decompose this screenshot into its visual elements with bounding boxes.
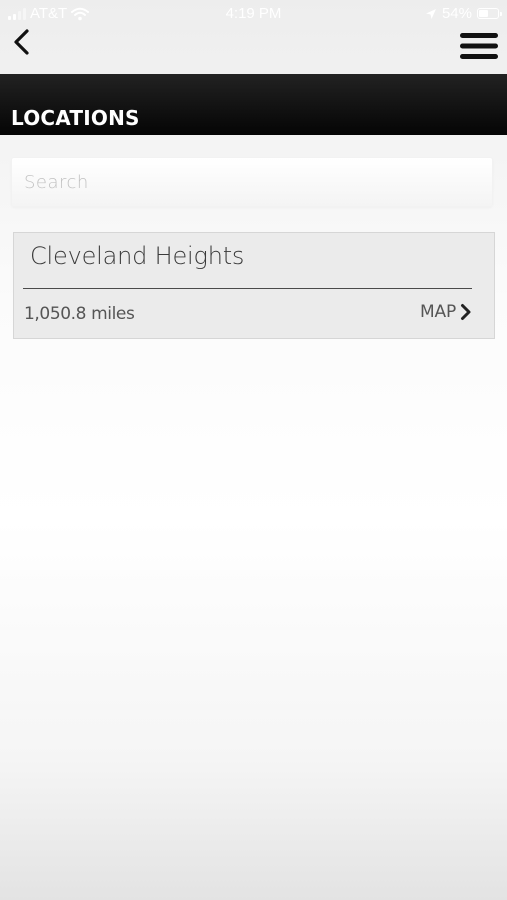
map-label: MAP: [420, 302, 456, 322]
battery-level: [479, 10, 488, 17]
location-name: Cleveland Heights: [30, 242, 245, 270]
location-arrow-icon: [425, 8, 436, 19]
back-button[interactable]: [8, 26, 38, 60]
status-right: 54%: [425, 5, 502, 22]
chevron-right-icon: [461, 304, 471, 320]
location-distance: 1,050.8 miles: [24, 304, 135, 324]
battery-percent: 54%: [441, 5, 472, 22]
status-bar: AT&T 4:19 PM 54%: [0, 0, 507, 28]
page-title: LOCATIONS: [11, 106, 140, 130]
hamburger-menu-icon: [460, 33, 498, 59]
location-card[interactable]: Cleveland Heights 1,050.8 miles MAP: [13, 232, 495, 339]
menu-button[interactable]: [458, 30, 500, 62]
location-divider: [23, 288, 472, 289]
chevron-left-icon: [14, 29, 29, 55]
search-box[interactable]: [11, 157, 493, 207]
map-link[interactable]: MAP: [420, 302, 472, 322]
battery-icon: [477, 8, 502, 19]
search-input[interactable]: [12, 158, 492, 206]
